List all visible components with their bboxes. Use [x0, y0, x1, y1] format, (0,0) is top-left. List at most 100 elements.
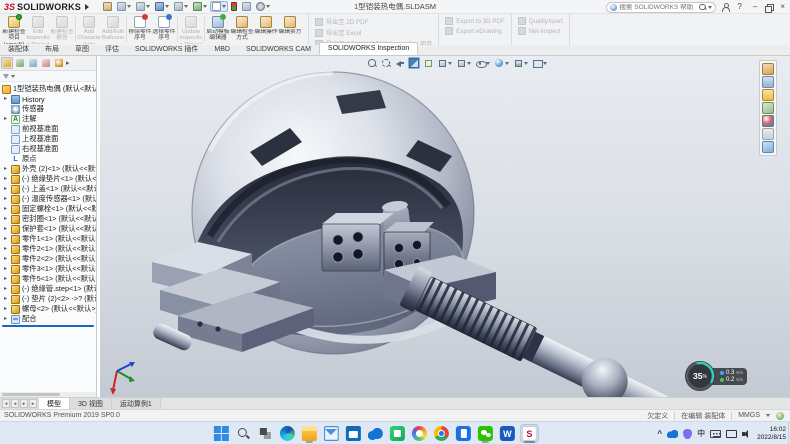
view-settings-button[interactable]	[531, 57, 548, 69]
word-taskbar-button[interactable]: W	[498, 424, 517, 443]
expander-icon[interactable]: ▸	[2, 164, 9, 174]
expander-icon[interactable]: ▸	[2, 314, 9, 324]
chrome-taskbar-button[interactable]	[432, 424, 451, 443]
tab-nav-last-button[interactable]: ▸	[29, 399, 37, 408]
new-document-button[interactable]	[115, 1, 133, 12]
security-tray-icon[interactable]	[683, 429, 692, 439]
graphics-viewport[interactable]: 35% 0.3 K/s 0.2 K/s	[100, 56, 790, 397]
ribbon-tab-评估[interactable]: 评估	[97, 44, 127, 55]
file-properties-button[interactable]	[240, 1, 253, 12]
document-tab-模型[interactable]: 模型	[39, 398, 70, 409]
custom-properties-tab[interactable]	[762, 128, 774, 140]
dimxpert-manager-tab[interactable]	[40, 57, 52, 69]
expander-icon[interactable]: ▸	[2, 174, 9, 184]
configuration-manager-tab[interactable]	[27, 57, 39, 69]
tree-item[interactable]: ▸保护套<1> (默认<<默认>_显示状态	[0, 224, 96, 234]
ribbon-tab-装配体[interactable]: 装配体	[0, 44, 37, 55]
tree-item[interactable]: ▸(-) 绝缘垫片<1> (默认<<默认>_显示	[0, 174, 96, 184]
rollback-bar[interactable]	[2, 325, 94, 327]
touch-keyboard-icon[interactable]	[710, 430, 721, 438]
tree-item[interactable]: ▸零件2<1> (默认<<默认>_显示状态	[0, 244, 96, 254]
tree-item[interactable]: ▸(-) 垫片 (2)<2> ->? (默认<<默认>_	[0, 294, 96, 304]
menu-expand-arrow-icon[interactable]	[85, 4, 89, 10]
appearances-scenes-tab[interactable]	[762, 115, 774, 127]
tree-item[interactable]: 右视基准面	[0, 144, 96, 154]
volume-icon[interactable]	[742, 429, 752, 438]
wechat-taskbar-button[interactable]	[476, 424, 495, 443]
ribbon-button-select-balloons[interactable]: 选择零件序号	[152, 15, 176, 44]
expander-icon[interactable]: ▸	[2, 264, 9, 274]
ribbon-tab-MBD[interactable]: MBD	[206, 44, 238, 55]
expander-icon[interactable]: ▸	[2, 234, 9, 244]
feature-manager-tab[interactable]	[1, 57, 13, 69]
app-green-taskbar-button[interactable]	[388, 424, 407, 443]
ime-mode-button[interactable]: 中	[697, 428, 705, 439]
scrollbar-thumb[interactable]	[2, 393, 60, 396]
ribbon-button-edit-operations[interactable]: 编辑操作	[254, 15, 278, 44]
apply-scene-button[interactable]	[512, 57, 529, 69]
help-button[interactable]: ?	[734, 1, 744, 13]
tree-item[interactable]: 上视基准面	[0, 134, 96, 144]
file-explorer-tab[interactable]	[762, 89, 774, 101]
ribbon-button-new-inspection-project[interactable]: 新建检查项目 (amp;N)	[2, 15, 26, 44]
close-button[interactable]: ×	[777, 1, 788, 13]
tree-item[interactable]: ▸零件3<1> (默认<<默认>_显示状态	[0, 264, 96, 274]
zoom-area-button[interactable]	[380, 57, 392, 69]
expander-icon[interactable]: ▸	[2, 294, 9, 304]
edge-taskbar-button[interactable]	[278, 424, 297, 443]
task-view-taskbar-button[interactable]	[256, 424, 275, 443]
tree-item[interactable]: ▸(-) 绝缘管.step<1> (默认<<默认>_	[0, 284, 96, 294]
ribbon-tab-布局[interactable]: 布局	[37, 44, 67, 55]
tree-item[interactable]: 前视基准面	[0, 124, 96, 134]
onedrive-tray-icon[interactable]	[667, 430, 678, 438]
units-caret-icon[interactable]	[766, 414, 770, 417]
tree-item[interactable]: ▸History	[0, 94, 96, 104]
expander-icon[interactable]: ▸	[2, 204, 9, 214]
photos-taskbar-button[interactable]	[410, 424, 429, 443]
section-view-button[interactable]	[408, 57, 420, 69]
tree-item[interactable]: ▸螺母<2> (默认<<默认>_显示状态	[0, 304, 96, 314]
expander-icon[interactable]: ▸	[2, 274, 9, 284]
tree-item[interactable]: ▸固定螺栓<1> (默认<<默认>_显示状	[0, 204, 96, 214]
restore-button[interactable]	[765, 4, 772, 11]
expander-icon[interactable]: ▸	[2, 114, 9, 124]
search-input[interactable]	[619, 4, 697, 11]
tree-item[interactable]: L原点	[0, 154, 96, 164]
view-palette-tab[interactable]	[762, 102, 774, 114]
expander-icon[interactable]: ▸	[2, 244, 9, 254]
expander-icon[interactable]: ▸	[2, 304, 9, 314]
hide-show-items-button[interactable]	[474, 57, 491, 69]
file-explorer-taskbar-button[interactable]	[300, 424, 319, 443]
tree-item[interactable]: ▸密封圈<1> (默认<<默认>_显示状态	[0, 214, 96, 224]
panel-tab-overflow-arrow-icon[interactable]: ▸	[66, 59, 74, 67]
rebuild-button[interactable]	[229, 1, 239, 12]
expander-icon[interactable]: ▸	[2, 194, 9, 204]
ribbon-button-edit-vendors[interactable]: 编辑卖方	[278, 15, 302, 44]
tree-item[interactable]: 1型铠装热电偶 (默认<默认_显示状态-1>	[0, 84, 96, 94]
solidworks-taskbar-button[interactable]: S	[520, 424, 539, 443]
tree-item[interactable]: ▸零件5<1> (默认<<默认>_显示状态	[0, 274, 96, 284]
globe-icon[interactable]	[776, 412, 784, 420]
ribbon-button-remove-balloons[interactable]: 移除零件序号	[128, 15, 152, 44]
expander-icon[interactable]: ▸	[2, 184, 9, 194]
tree-item[interactable]: ▸∞配合	[0, 314, 96, 324]
units-selector[interactable]: MMGS	[738, 412, 760, 419]
help-search-box[interactable]	[606, 2, 716, 13]
ribbon-button-launch-template-editor[interactable]: 启动模板编辑器	[206, 15, 230, 44]
document-tab-3D 视图[interactable]: 3D 视图	[70, 398, 112, 409]
tab-nav-prev-button[interactable]: ◂	[11, 399, 19, 408]
onedrive-taskbar-button[interactable]	[366, 424, 385, 443]
open-button[interactable]	[134, 1, 152, 12]
search-icon[interactable]	[699, 4, 706, 11]
previous-view-button[interactable]	[394, 57, 406, 69]
network-monitor-icon[interactable]	[726, 430, 737, 438]
start-taskbar-button[interactable]	[212, 424, 231, 443]
document-tab-运动算例1[interactable]: 运动算例1	[112, 398, 161, 409]
tree-item[interactable]: ▸零件1<1> (默认<<默认>_显示状态	[0, 234, 96, 244]
search-taskbar-button[interactable]	[234, 424, 253, 443]
tree-item[interactable]: ▸零件2<2> (默认<<默认>_显示状态	[0, 254, 96, 264]
phone-taskbar-button[interactable]	[454, 424, 473, 443]
select-button[interactable]	[210, 1, 228, 12]
display-manager-tab[interactable]	[53, 57, 65, 69]
filter-icon[interactable]	[3, 74, 9, 79]
